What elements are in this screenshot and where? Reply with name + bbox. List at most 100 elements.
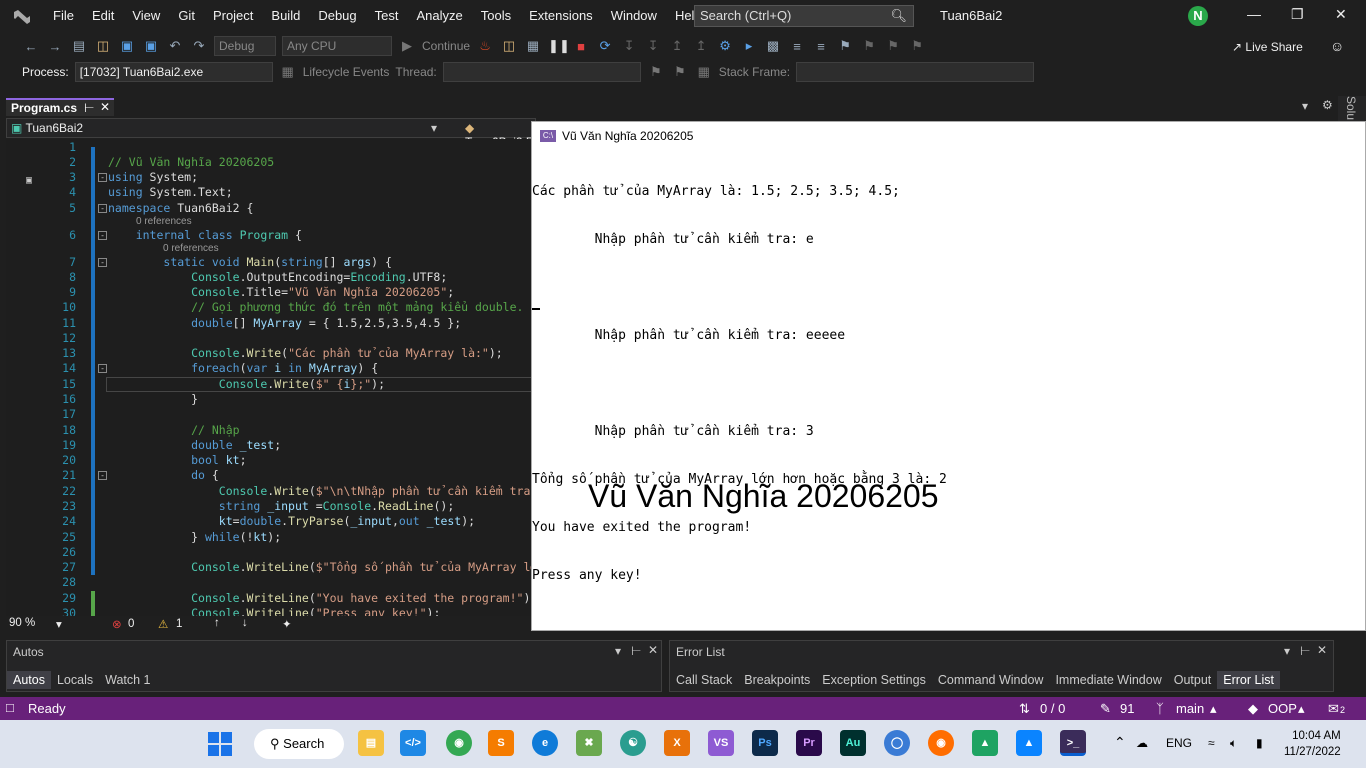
menu-tools[interactable]: Tools: [472, 0, 520, 32]
tab-program-cs[interactable]: Program.cs ⊢ ✕: [6, 98, 114, 116]
file-explorer-icon[interactable]: ▤: [358, 730, 384, 756]
search-input[interactable]: Search (Ctrl+Q) 🔍︎: [694, 5, 914, 27]
redo-icon[interactable]: ↷: [190, 38, 208, 54]
chevron-down-icon[interactable]: ▾: [56, 617, 62, 631]
close-tab-icon[interactable]: ✕: [100, 100, 110, 114]
open-folder-icon[interactable]: ◫: [94, 38, 112, 54]
back-icon[interactable]: ←: [22, 39, 40, 54]
indent-icon[interactable]: ≡: [788, 39, 806, 54]
edge-icon[interactable]: e: [532, 730, 558, 756]
undo-icon[interactable]: ↶: [166, 38, 184, 54]
visual-studio-icon[interactable]: VS: [708, 730, 734, 756]
layout-icon[interactable]: ▦: [524, 38, 542, 54]
chevron-down-icon[interactable]: ▾: [431, 121, 437, 135]
menu-analyze[interactable]: Analyze: [407, 0, 471, 32]
continue-button[interactable]: Continue: [422, 39, 470, 53]
photos-icon[interactable]: ▲: [1016, 730, 1042, 756]
lifecycle-events-button[interactable]: Lifecycle Events: [303, 65, 390, 79]
code-lens-refs[interactable]: 0 references: [163, 243, 219, 254]
pause-icon[interactable]: ❚❚: [548, 38, 570, 54]
save-icon[interactable]: ▣: [118, 38, 136, 54]
tab-call-stack[interactable]: Call Stack: [670, 671, 738, 689]
git-repo[interactable]: OOP: [1268, 701, 1297, 716]
menu-extensions[interactable]: Extensions: [520, 0, 602, 32]
git-sync-status[interactable]: 0 / 0: [1040, 701, 1065, 716]
chevron-up-icon[interactable]: ▴: [1298, 701, 1305, 717]
close-panel-icon[interactable]: ✕: [648, 643, 658, 657]
blue-app-icon[interactable]: ◯: [884, 730, 910, 756]
audition-icon[interactable]: Au: [840, 730, 866, 756]
sublime-text-icon[interactable]: S: [488, 730, 514, 756]
minimize-icon[interactable]: —: [1247, 6, 1261, 22]
chevron-up-icon[interactable]: ▴: [1210, 701, 1217, 717]
menu-project[interactable]: Project: [204, 0, 262, 32]
code-editor[interactable]: ▣ 1 2// Vũ Văn Nghĩa 20206205 3- using Sy…: [6, 139, 536, 616]
restore-icon[interactable]: ❐: [1291, 6, 1304, 23]
wifi-icon[interactable]: ≈: [1208, 736, 1215, 750]
step-over-icon[interactable]: ↧: [644, 38, 662, 54]
config-select[interactable]: Debug: [214, 36, 276, 56]
firefox-icon[interactable]: ◉: [928, 730, 954, 756]
tab-exception-settings[interactable]: Exception Settings: [816, 671, 932, 689]
volume-icon[interactable]: 🔈︎: [1230, 736, 1237, 751]
tab-output[interactable]: Output: [1168, 671, 1218, 689]
globe-app-icon[interactable]: ☯: [620, 730, 646, 756]
feedback-icon[interactable]: ☺: [1330, 38, 1344, 54]
chevron-down-icon[interactable]: ▾: [1284, 644, 1290, 658]
project-dropdown[interactable]: ▣ Tuan6Bai2: [11, 121, 83, 135]
pin-icon[interactable]: ⊢: [1300, 644, 1310, 658]
next-bookmark-icon[interactable]: ⚑: [884, 38, 902, 54]
clear-bookmark-icon[interactable]: ⚑: [908, 38, 926, 54]
stack-frame-select[interactable]: [796, 62, 1035, 82]
windows-icon[interactable]: ▩: [764, 38, 782, 54]
snipping-tool-icon[interactable]: ✖: [576, 730, 602, 756]
tab-breakpoints[interactable]: Breakpoints: [738, 671, 816, 689]
vscode-icon[interactable]: </>: [400, 730, 426, 756]
console-taskbar-icon[interactable]: >_: [1060, 730, 1086, 756]
comment-icon[interactable]: ≡: [812, 39, 830, 54]
system-clock[interactable]: 10:04 AM 11/27/2022: [1284, 728, 1341, 760]
step-back-icon[interactable]: ↥: [692, 38, 710, 54]
pending-changes[interactable]: 91: [1120, 701, 1134, 716]
tab-error-list[interactable]: Error List: [1217, 671, 1280, 689]
filter-icon[interactable]: ⚑: [671, 64, 689, 80]
avatar[interactable]: N: [1188, 6, 1208, 26]
platform-select[interactable]: Any CPU: [282, 36, 392, 56]
close-panel-icon[interactable]: ✕: [1317, 643, 1327, 657]
tab-immediate-window[interactable]: Immediate Window: [1049, 671, 1167, 689]
tab-locals[interactable]: Locals: [51, 671, 99, 689]
hot-reload-icon[interactable]: ♨: [476, 38, 494, 54]
menu-debug[interactable]: Debug: [309, 0, 365, 32]
step-into-icon[interactable]: ↧: [620, 38, 638, 54]
play-icon[interactable]: ▶: [398, 38, 416, 54]
notifications-icon[interactable]: ✉: [1328, 701, 1339, 717]
menu-view[interactable]: View: [123, 0, 169, 32]
live-share-button[interactable]: ↗ Live Share: [1232, 40, 1303, 54]
xampp-icon[interactable]: X: [664, 730, 690, 756]
chrome-icon[interactable]: ◉: [446, 730, 472, 756]
taskbar-search-button[interactable]: ⚲ Search: [254, 729, 344, 759]
new-project-icon[interactable]: ▤: [70, 38, 88, 54]
git-branch[interactable]: main: [1176, 701, 1204, 716]
battery-icon[interactable]: ▮: [1256, 736, 1263, 750]
next-issue-icon[interactable]: ↓: [242, 617, 248, 629]
settings-gear-icon[interactable]: ⚙: [1322, 98, 1333, 112]
restart-icon[interactable]: ⟳: [596, 38, 614, 54]
chevron-up-icon[interactable]: ⌃: [1114, 734, 1126, 751]
flag-icon[interactable]: ⚑: [647, 64, 665, 80]
show-threads-icon[interactable]: ▸: [740, 38, 758, 54]
language-indicator[interactable]: ENG: [1166, 736, 1192, 750]
menu-git[interactable]: Git: [169, 0, 204, 32]
menu-build[interactable]: Build: [262, 0, 309, 32]
premiere-icon[interactable]: Pr: [796, 730, 822, 756]
menu-window[interactable]: Window: [602, 0, 666, 32]
console-title-bar[interactable]: C:\ Vũ Văn Nghĩa 20206205: [532, 122, 1365, 150]
menu-file[interactable]: File: [44, 0, 83, 32]
console-window[interactable]: C:\ Vũ Văn Nghĩa 20206205 Các phần tử củ…: [531, 121, 1366, 631]
prev-bookmark-icon[interactable]: ⚑: [860, 38, 878, 54]
bookmark-icon[interactable]: ⚑: [836, 38, 854, 54]
breakpoint-margin[interactable]: [6, 139, 28, 616]
browse-icon[interactable]: ◫: [500, 38, 518, 54]
menu-edit[interactable]: Edit: [83, 0, 123, 32]
tab-watch-1[interactable]: Watch 1: [99, 671, 156, 689]
